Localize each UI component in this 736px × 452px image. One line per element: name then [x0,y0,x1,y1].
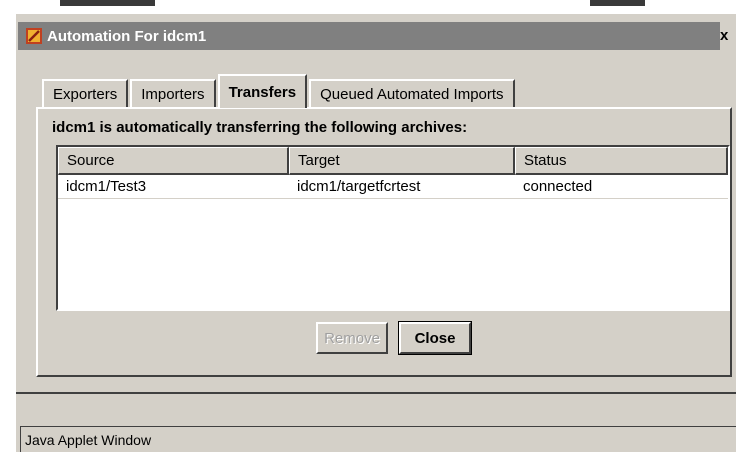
tab-queued-automated-imports[interactable]: Queued Automated Imports [309,79,515,108]
table-header: Source Target Status [58,147,728,175]
close-button[interactable]: Close [398,321,472,355]
window-title: Automation For idcm1 [47,27,207,45]
remove-button[interactable]: Remove [316,322,388,354]
cell-source: idcm1/Test3 [66,178,147,195]
background-fragment [60,0,155,6]
close-window-icon[interactable]: x [720,22,736,50]
column-header-status[interactable]: Status [515,147,728,175]
panel-heading: idcm1 is automatically transferring the … [52,119,468,136]
dialog-content: Exporters Importers Transfers Queued Aut… [30,58,736,384]
column-header-source[interactable]: Source [58,147,289,175]
background-strip [0,0,736,12]
cell-status: connected [523,178,593,195]
column-header-target[interactable]: Target [289,147,515,175]
tab-importers[interactable]: Importers [130,79,216,108]
app-icon [26,28,42,44]
cell-target: idcm1/targetfcrtest [297,178,421,195]
table-row[interactable]: idcm1/Test3 idcm1/targetfcrtest connecte… [58,175,728,199]
title-bar[interactable]: Automation For idcm1 x [18,22,736,50]
tab-transfers[interactable]: Transfers [217,74,308,108]
automation-dialog: Automation For idcm1 x Exporters Importe… [14,12,736,452]
tab-strip: Exporters Importers Transfers Queued Aut… [42,74,517,108]
background-fragment [590,0,645,6]
transfers-table[interactable]: Source Target Status idcm1/Test3 idcm1/t… [56,145,730,311]
status-bar: Java Applet Window [20,426,736,452]
footer-divider [16,392,736,394]
tab-exporters[interactable]: Exporters [42,79,129,108]
